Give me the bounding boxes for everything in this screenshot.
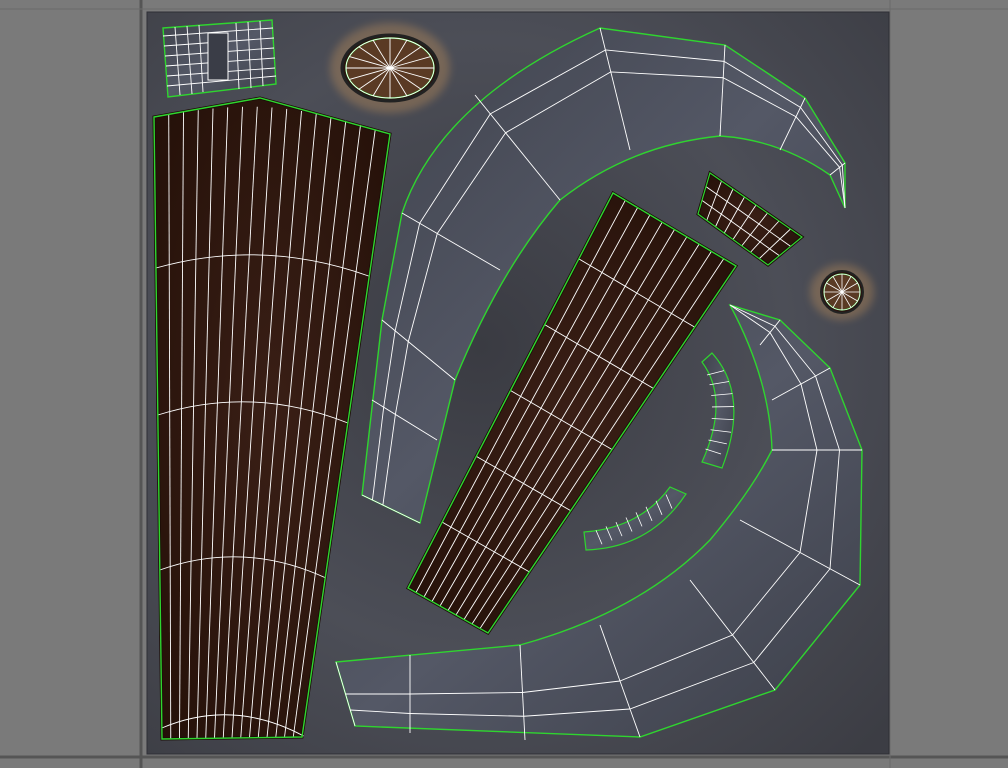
island-top-left-cap[interactable] [162, 19, 277, 98]
uv-canvas[interactable] [0, 0, 1008, 768]
island-small-disc[interactable] [820, 270, 864, 314]
island-oval-disc[interactable] [340, 33, 440, 103]
uv-editor-viewport[interactable] [0, 0, 1008, 768]
